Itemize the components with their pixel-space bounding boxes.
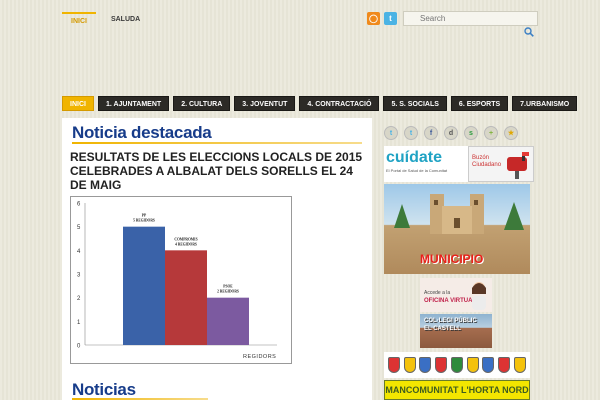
oficina-virtual-banner[interactable]: Accede a la OFICINA VIRTUAL [420, 278, 492, 312]
bar-data-label: COMPROMIS [174, 237, 197, 241]
colegi-label-2: EL CASTELL [424, 326, 461, 332]
x-axis-label: REGIDORS [243, 354, 276, 360]
bar-compromís [165, 250, 207, 345]
search-icon[interactable] [524, 27, 534, 37]
y-tick-label: 1 [77, 320, 81, 326]
bar-data-label: 4 REGIDORS [175, 242, 197, 246]
topnav-inici-link[interactable]: INICI [62, 12, 96, 29]
shield-icon [419, 357, 432, 373]
bar-data-label: 5 REGIDORS [133, 219, 155, 223]
featured-section-title: Noticia destacada [72, 123, 212, 142]
sidebar: t t f d s + ★ cuídate El Portal de Salud… [380, 118, 538, 400]
mancomunitat-banner[interactable]: MANCOMUNITAT L'HORTA NORD [384, 380, 530, 400]
featured-divider [72, 142, 362, 144]
shield-icon [482, 357, 495, 373]
topnav-saluda-link[interactable]: SALUDA [102, 12, 149, 29]
facebook-icon[interactable]: f [424, 126, 438, 140]
star-icon[interactable]: ★ [504, 126, 518, 140]
nav-urbanismo[interactable]: 7.URBANISMO [512, 96, 578, 111]
bar-data-label: PP [142, 214, 147, 218]
shield-icon [435, 357, 448, 373]
social-share-row: t t f d s + ★ [384, 126, 518, 140]
stumbleupon-icon[interactable]: s [464, 126, 478, 140]
nav-cultura[interactable]: 2. CULTURA [173, 96, 231, 111]
search-input[interactable] [403, 11, 538, 26]
top-nav: INICI SALUDA [62, 12, 149, 29]
colegi-public-banner[interactable]: COL·LEGI PÚBLIC EL CASTELL [420, 314, 492, 348]
buzon-ciudadano-banner[interactable]: Buzón Ciudadano [468, 146, 534, 182]
nav-contractacio[interactable]: 4. CONTRACTACIÓ [299, 96, 380, 111]
nav-serveis-socials[interactable]: 5. S. SOCIALS [383, 96, 447, 111]
shield-icon [450, 357, 463, 373]
shield-icon [514, 357, 526, 373]
nav-esports[interactable]: 6. ESPORTS [450, 96, 509, 111]
chart-svg: 0 1 2 3 4 5 6 PP5 REGIDORS COMPROMIS4 REGIDORS PS… [77, 202, 277, 360]
y-tick-label: 2 [77, 296, 81, 302]
y-tick-label: 6 [77, 202, 81, 208]
bar-data-label: 2 REGIDORS [217, 290, 239, 294]
mailbox-icon [507, 152, 529, 179]
virtual-small-label: Accede a la [424, 290, 451, 296]
colegi-label-1: COL·LEGI PÚBLIC [424, 318, 477, 324]
nav-inici[interactable]: INICI [62, 96, 94, 111]
twitter-icon[interactable]: t [404, 126, 418, 140]
woman-photo [472, 282, 486, 310]
y-tick-label: 3 [77, 273, 81, 279]
y-tick-label: 4 [77, 249, 81, 255]
shield-icon [466, 357, 479, 373]
bar-data-label: PSOE [223, 285, 233, 289]
bar-psoe [207, 297, 249, 345]
shield-icon [403, 357, 416, 373]
nav-joventut[interactable]: 3. JOVENTUT [234, 96, 296, 111]
shield-icon [498, 357, 511, 373]
y-tick-label: 0 [77, 344, 81, 350]
municipal-shields[interactable] [384, 352, 530, 378]
featured-headline[interactable]: RESULTATS DE LES ELECCIONS LOCALS DE 201… [70, 150, 366, 192]
twitter-icon[interactable]: t [384, 12, 397, 25]
main-nav: INICI 1. AJUNTAMENT 2. CULTURA 3. JOVENT… [62, 96, 578, 111]
municipio-label: MUNICIPIO [420, 252, 484, 266]
news-section-title: Noticias [72, 380, 136, 399]
cuidate-banner[interactable]: cuídate El Portal de Salud de la Comunit… [384, 146, 534, 182]
bar-pp [123, 226, 165, 345]
buzon-label: Buzón Ciudadano [472, 155, 502, 168]
cuidate-subtitle: El Portal de Salud de la Comunitat [386, 168, 448, 173]
municipio-banner[interactable]: MUNICIPIO [384, 184, 530, 274]
shield-icon [387, 357, 400, 373]
twitter-icon[interactable]: t [384, 126, 398, 140]
y-tick-label: 5 [77, 225, 81, 231]
main-content: Noticia destacada RESULTATS DE LES ELECC… [62, 118, 372, 400]
digg-icon[interactable]: d [444, 126, 458, 140]
cuidate-title: cuídate [386, 149, 443, 166]
header-social: ◯ t [367, 12, 397, 25]
election-results-chart[interactable]: 0 1 2 3 4 5 6 PP 5 REGIDORS COMPROMIS 4 REGIDORS PS… [70, 196, 292, 364]
plus-icon[interactable]: + [484, 126, 498, 140]
nav-ajuntament[interactable]: 1. AJUNTAMENT [97, 96, 170, 111]
rss-icon[interactable]: ◯ [367, 12, 380, 25]
